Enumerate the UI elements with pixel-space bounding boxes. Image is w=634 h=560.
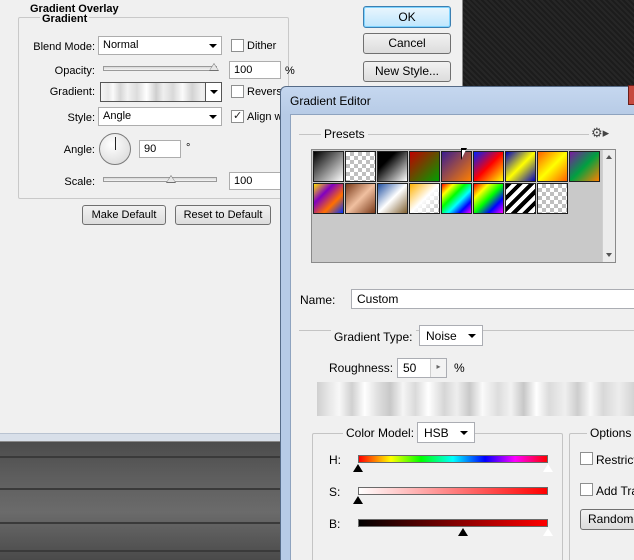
channel-bar[interactable] — [358, 487, 548, 495]
style-select[interactable]: Angle — [98, 107, 222, 126]
opacity-unit: % — [285, 65, 295, 77]
preset-swatch[interactable] — [505, 151, 536, 182]
channel-stop-icon[interactable] — [542, 527, 554, 537]
opacity-label: Opacity: — [54, 65, 95, 77]
ok-button[interactable]: OK — [363, 6, 451, 28]
preset-swatch[interactable] — [409, 183, 440, 214]
preset-swatch[interactable] — [377, 183, 408, 214]
angle-dial[interactable] — [99, 133, 131, 165]
restrict-colors-label: Restrict — [596, 453, 634, 467]
channel-label: H: — [329, 453, 341, 467]
channel-stop-icon[interactable] — [542, 463, 554, 473]
channel-bar[interactable] — [358, 519, 548, 527]
preset-swatch[interactable] — [441, 183, 472, 214]
color-model-group — [312, 433, 563, 560]
roughness-stepper-icon[interactable]: ▸ — [430, 359, 446, 377]
preset-swatch[interactable] — [409, 151, 440, 182]
add-transparency-checkbox[interactable] — [580, 483, 593, 496]
scale-label: Scale: — [64, 176, 95, 188]
preset-swatch[interactable] — [345, 151, 376, 182]
presets-scrollbar[interactable] — [602, 150, 615, 262]
close-button[interactable] — [628, 85, 634, 105]
dither-checkbox[interactable] — [231, 39, 244, 52]
mouse-cursor — [461, 148, 467, 160]
opacity-input[interactable]: 100 — [229, 61, 281, 79]
preset-swatch[interactable] — [505, 183, 536, 214]
gradient-preview[interactable] — [100, 82, 222, 102]
gradient-label: Gradient: — [49, 86, 95, 98]
gradient-type-select[interactable]: Noise — [419, 325, 483, 346]
preset-swatch[interactable] — [441, 151, 472, 182]
chevron-down-icon — [209, 44, 217, 48]
restrict-colors-checkbox[interactable] — [580, 452, 593, 465]
gradient-editor-title: Gradient Editor — [290, 94, 371, 108]
gear-icon[interactable]: ⚙▸ — [591, 125, 609, 141]
scale-slider[interactable] — [103, 177, 217, 182]
presets-grid — [311, 149, 616, 263]
name-label: Name: — [300, 293, 336, 307]
gradient-type-value: Noise — [426, 329, 457, 343]
canvas-image — [0, 440, 290, 560]
color-model-label: Color Model: — [343, 426, 418, 440]
preset-swatch[interactable] — [537, 151, 568, 182]
scroll-up-icon[interactable] — [606, 155, 612, 159]
channel-stop-icon[interactable] — [353, 496, 363, 504]
channel-bar[interactable] — [358, 455, 548, 463]
make-default-button[interactable]: Make Default — [82, 205, 166, 225]
color-model-value: HSB — [424, 426, 449, 440]
angle-input[interactable]: 90 — [139, 140, 181, 158]
preset-swatch[interactable] — [569, 151, 600, 182]
style-label: Style: — [67, 112, 95, 124]
chevron-down-icon — [460, 431, 468, 435]
roughness-value: 50 — [403, 361, 417, 375]
name-input[interactable]: Custom — [351, 289, 634, 309]
blend-mode-value: Normal — [103, 39, 139, 51]
gradient-picker-dropdown[interactable] — [205, 83, 221, 101]
opacity-slider[interactable] — [103, 66, 217, 71]
preset-swatch[interactable] — [313, 183, 344, 214]
reset-default-button[interactable]: Reset to Default — [175, 205, 271, 225]
roughness-unit: % — [454, 361, 465, 375]
presets-label: Presets — [321, 127, 368, 141]
options-title: Options — [587, 426, 634, 440]
add-transparency-label: Add Tra — [596, 484, 634, 498]
scale-slider-thumb[interactable] — [166, 175, 176, 183]
desktop-background — [463, 0, 634, 90]
gradient-editor-window: Gradient Editor Presets ⚙▸ Name: Custom … — [280, 85, 634, 560]
channel-label: S: — [329, 485, 341, 499]
gradient-editor-client: Presets ⚙▸ Name: Custom Gradient Type: N… — [290, 114, 634, 560]
channel-label: B: — [329, 517, 341, 531]
style-value: Angle — [103, 110, 132, 122]
scroll-down-icon[interactable] — [606, 253, 612, 257]
scale-input[interactable]: 100 — [229, 172, 281, 190]
preset-swatch[interactable] — [345, 183, 376, 214]
preset-swatch[interactable] — [473, 183, 504, 214]
roughness-input[interactable]: 50 ▸ — [397, 358, 447, 378]
blend-mode-select[interactable]: Normal — [98, 36, 222, 55]
angle-label: Angle: — [63, 144, 95, 156]
angle-unit: ° — [186, 142, 191, 154]
gradient-type-label: Gradient Type: — [331, 330, 416, 344]
channel-stop-icon[interactable] — [353, 464, 363, 472]
cancel-button[interactable]: Cancel — [363, 33, 451, 54]
randomize-button[interactable]: Random — [580, 509, 634, 530]
channel-stop-icon[interactable] — [457, 528, 468, 536]
new-style-button[interactable]: New Style... — [363, 61, 451, 82]
reverse-checkbox[interactable] — [231, 85, 244, 98]
preset-swatch[interactable] — [377, 151, 408, 182]
blend-mode-label: Blend Mode: — [33, 41, 95, 53]
align-checkbox[interactable] — [231, 109, 244, 123]
roughness-label: Roughness: — [329, 361, 394, 375]
preset-swatch[interactable] — [313, 151, 344, 182]
chevron-down-icon — [468, 334, 476, 338]
noise-gradient-preview — [317, 382, 634, 416]
dither-label: Dither — [247, 40, 277, 52]
chevron-down-icon — [209, 115, 217, 119]
color-model-select[interactable]: HSB — [417, 422, 475, 443]
preset-swatch[interactable] — [473, 151, 504, 182]
opacity-slider-thumb[interactable] — [209, 63, 219, 71]
gradient-group-title: Gradient — [40, 13, 90, 25]
preset-swatch[interactable] — [537, 183, 568, 214]
